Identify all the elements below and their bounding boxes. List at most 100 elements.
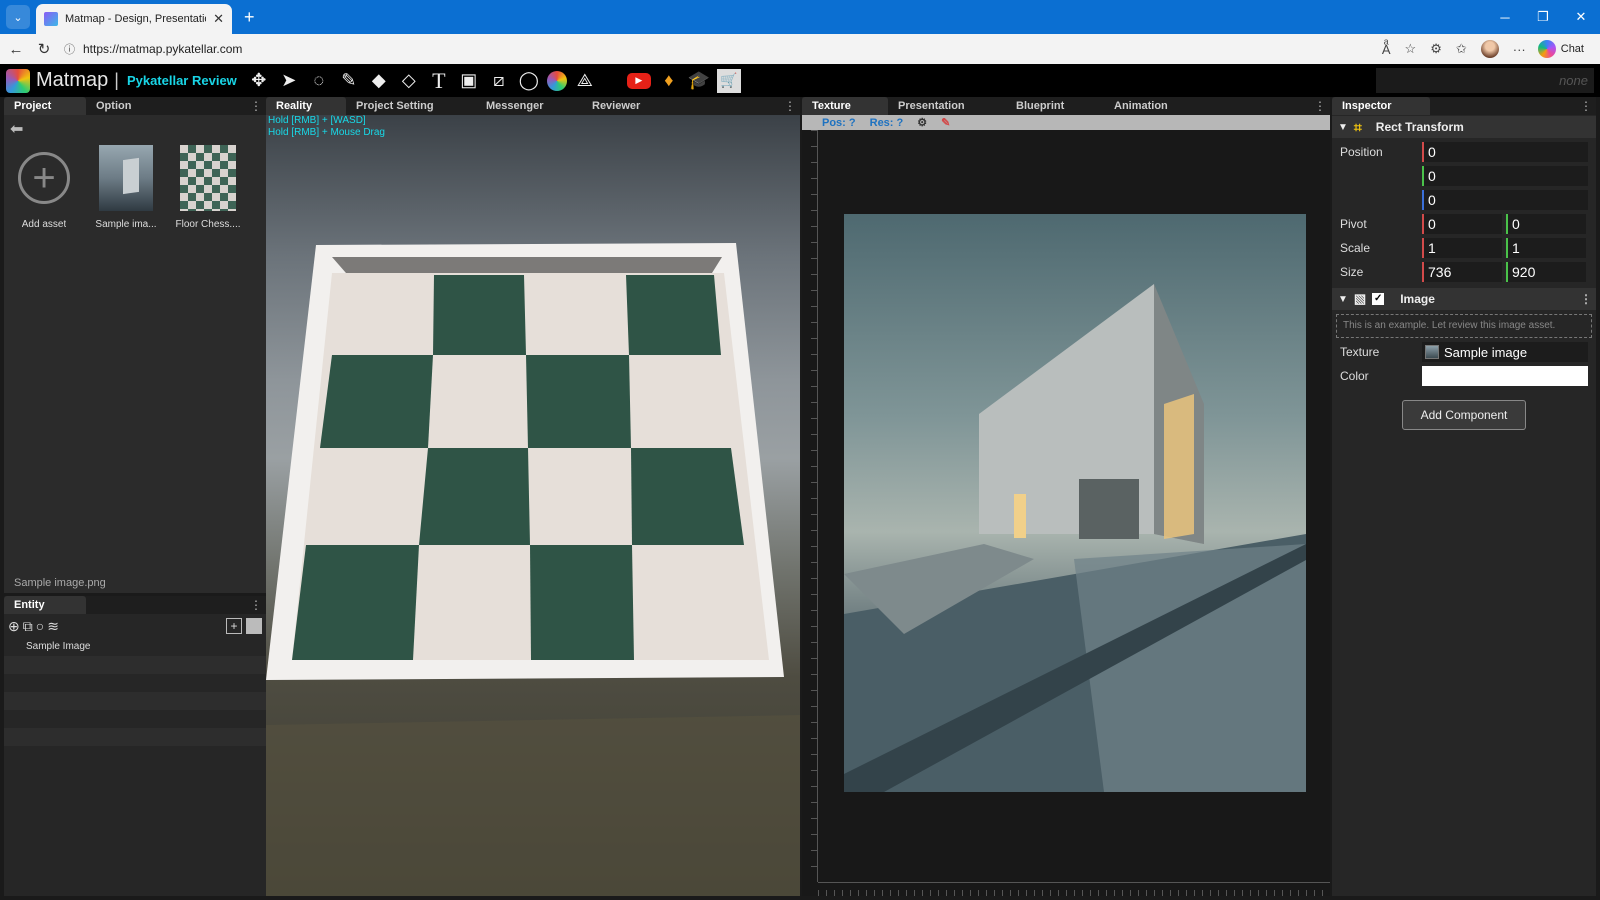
add-child-icon[interactable]: + [226, 618, 242, 634]
position-row: 0 [1332, 164, 1596, 188]
tab-project-setting[interactable]: Project Setting [346, 97, 476, 115]
pencil-icon[interactable]: ✎ [337, 69, 361, 93]
image-component-header[interactable]: ▼ ▧ ✓ Image ⋮ [1332, 288, 1596, 310]
site-info-icon[interactable]: ⓘ [64, 41, 75, 57]
circle-icon[interactable]: ◯ [517, 69, 541, 93]
toggle-view-icon[interactable] [246, 618, 262, 634]
rect-transform-title: Rect Transform [1375, 120, 1464, 134]
minimize-icon[interactable]: ─ [1486, 10, 1524, 25]
collapse-triangle-icon[interactable]: ▼ [1338, 122, 1348, 133]
tab-reality[interactable]: Reality [266, 97, 346, 115]
panel-menu-icon[interactable]: ⋮ [784, 99, 796, 113]
more-options-icon[interactable]: ··· [1513, 42, 1526, 57]
project-panel-tabs: Project Option ⋮ [4, 97, 266, 115]
add-asset-button[interactable]: + Add asset [10, 145, 78, 230]
tab-project[interactable]: Project [4, 97, 86, 115]
texture-canvas[interactable] [802, 130, 1330, 896]
url-field[interactable]: ⓘ https://matmap.pykatellar.com [64, 41, 1370, 57]
restore-icon[interactable]: ❐ [1524, 9, 1562, 25]
res-readout: Res: ? [869, 116, 904, 129]
youtube-icon[interactable]: ▶ [626, 72, 651, 89]
app-search-field[interactable]: none [1376, 68, 1594, 93]
read-aloud-icon[interactable]: Aͣ [1382, 42, 1391, 57]
graduation-cap-icon[interactable]: 🎓 [687, 69, 711, 93]
lasso-icon[interactable]: ◌ [307, 69, 331, 93]
tab-close-icon[interactable]: ✕ [213, 11, 224, 27]
entity-row[interactable]: Sample Image [4, 638, 266, 656]
copy-entity-icon[interactable]: ⧉ [23, 618, 33, 635]
gem-icon[interactable]: ♦ [657, 69, 681, 93]
color-wheel-icon[interactable] [546, 70, 567, 91]
address-bar-actions: Aͣ ☆ ⚙ ✩ ··· [1382, 40, 1526, 58]
tab-entity[interactable]: Entity [4, 596, 86, 614]
asset-sample-image[interactable]: Sample ima... [92, 145, 160, 230]
vertical-ruler [804, 130, 818, 882]
panel-menu-icon[interactable]: ⋮ [250, 99, 262, 113]
copilot-icon [1537, 40, 1556, 58]
line-icon[interactable]: ⧄ [487, 69, 511, 93]
entity-row[interactable] [4, 728, 266, 746]
color-swatch[interactable] [1422, 366, 1588, 386]
pivot-y-field[interactable]: 0 [1506, 214, 1586, 234]
tab-reviewer[interactable]: Reviewer [582, 97, 650, 115]
tab-blueprint[interactable]: Blueprint [1006, 97, 1104, 115]
new-tab-icon[interactable]: + [244, 7, 255, 28]
circle-entity-icon[interactable]: ○ [36, 618, 44, 634]
tab-texture[interactable]: Texture [802, 97, 888, 115]
pointer-icon[interactable]: ➤ [277, 69, 301, 93]
refresh-icon[interactable]: ↻ [36, 40, 52, 58]
enabled-checkbox[interactable]: ✓ [1372, 293, 1385, 305]
entity-row[interactable] [4, 710, 266, 728]
project-name[interactable]: Pykatellar Review [127, 73, 237, 88]
color-picker-icon[interactable]: ✎ [941, 116, 950, 129]
profile-avatar[interactable] [1480, 40, 1499, 58]
cart-icon[interactable]: 🛒 [716, 68, 741, 93]
back-arrow-icon[interactable]: ⬅ [10, 119, 23, 139]
scale-y-field[interactable]: 1 [1506, 238, 1586, 258]
texture-field[interactable]: Sample image [1422, 342, 1588, 362]
tab-messenger[interactable]: Messenger [476, 97, 582, 115]
scale-x-field[interactable]: 1 [1422, 238, 1502, 258]
browser-tab[interactable]: Matmap - Design, Presentation, Si ✕ [36, 4, 232, 34]
layers-icon[interactable]: ≋ [47, 618, 59, 635]
tab-option[interactable]: Option [86, 97, 141, 115]
position-y-field[interactable]: 0 [1422, 166, 1588, 186]
favorite-star-icon[interactable]: ☆ [1405, 41, 1417, 57]
eraser-icon[interactable]: ◇ [397, 69, 421, 93]
entity-row[interactable] [4, 656, 266, 674]
size-row: Size 736 920 [1332, 260, 1596, 284]
tab-presentation[interactable]: Presentation [888, 97, 1006, 115]
add-component-button[interactable]: Add Component [1402, 400, 1526, 430]
title-separator: | [114, 70, 119, 90]
collapse-triangle-icon[interactable]: ▼ [1338, 294, 1348, 305]
position-x-field[interactable]: 0 [1422, 142, 1588, 162]
entity-row[interactable] [4, 674, 266, 692]
panel-menu-icon[interactable]: ⋮ [250, 598, 262, 612]
extensions-icon[interactable]: ⚙ [1430, 41, 1442, 57]
tab-actions-menu-icon[interactable]: ⌄ [6, 5, 30, 29]
text-icon[interactable]: T [427, 68, 451, 93]
rect-transform-header[interactable]: ▼ ⌗ Rect Transform [1332, 116, 1596, 138]
asset-floor-chess[interactable]: Floor Chess.... [174, 145, 242, 230]
component-menu-icon[interactable]: ⋮ [1580, 292, 1592, 306]
image-tool-icon[interactable]: ▣ [457, 69, 481, 93]
tab-inspector[interactable]: Inspector [1332, 97, 1430, 115]
favorites-icon[interactable]: ✩ [1456, 41, 1467, 57]
chat-button[interactable]: Chat [1537, 40, 1584, 58]
position-z-field[interactable]: 0 [1422, 190, 1588, 210]
add-entity-icon[interactable]: ⊕ [8, 618, 20, 635]
paint-bucket-icon[interactable]: ◆ [367, 69, 391, 93]
close-window-icon[interactable]: ✕ [1562, 9, 1600, 25]
panel-menu-icon[interactable]: ⋮ [1580, 99, 1592, 113]
move-icon[interactable]: ✥ [247, 69, 271, 93]
3d-viewport[interactable]: Hold [RMB] + [WASD] Hold [RMB] + Mouse D… [266, 115, 800, 896]
back-icon[interactable]: ← [8, 41, 24, 58]
entity-row[interactable] [4, 692, 266, 710]
tab-animation[interactable]: Animation [1104, 97, 1178, 115]
pivot-x-field[interactable]: 0 [1422, 214, 1502, 234]
transform-icon[interactable]: ⟁ [573, 69, 597, 93]
panel-menu-icon[interactable]: ⋮ [1314, 99, 1326, 113]
settings-gear-icon[interactable]: ⚙ [917, 116, 927, 129]
size-height-field[interactable]: 920 [1506, 262, 1586, 282]
size-width-field[interactable]: 736 [1422, 262, 1502, 282]
